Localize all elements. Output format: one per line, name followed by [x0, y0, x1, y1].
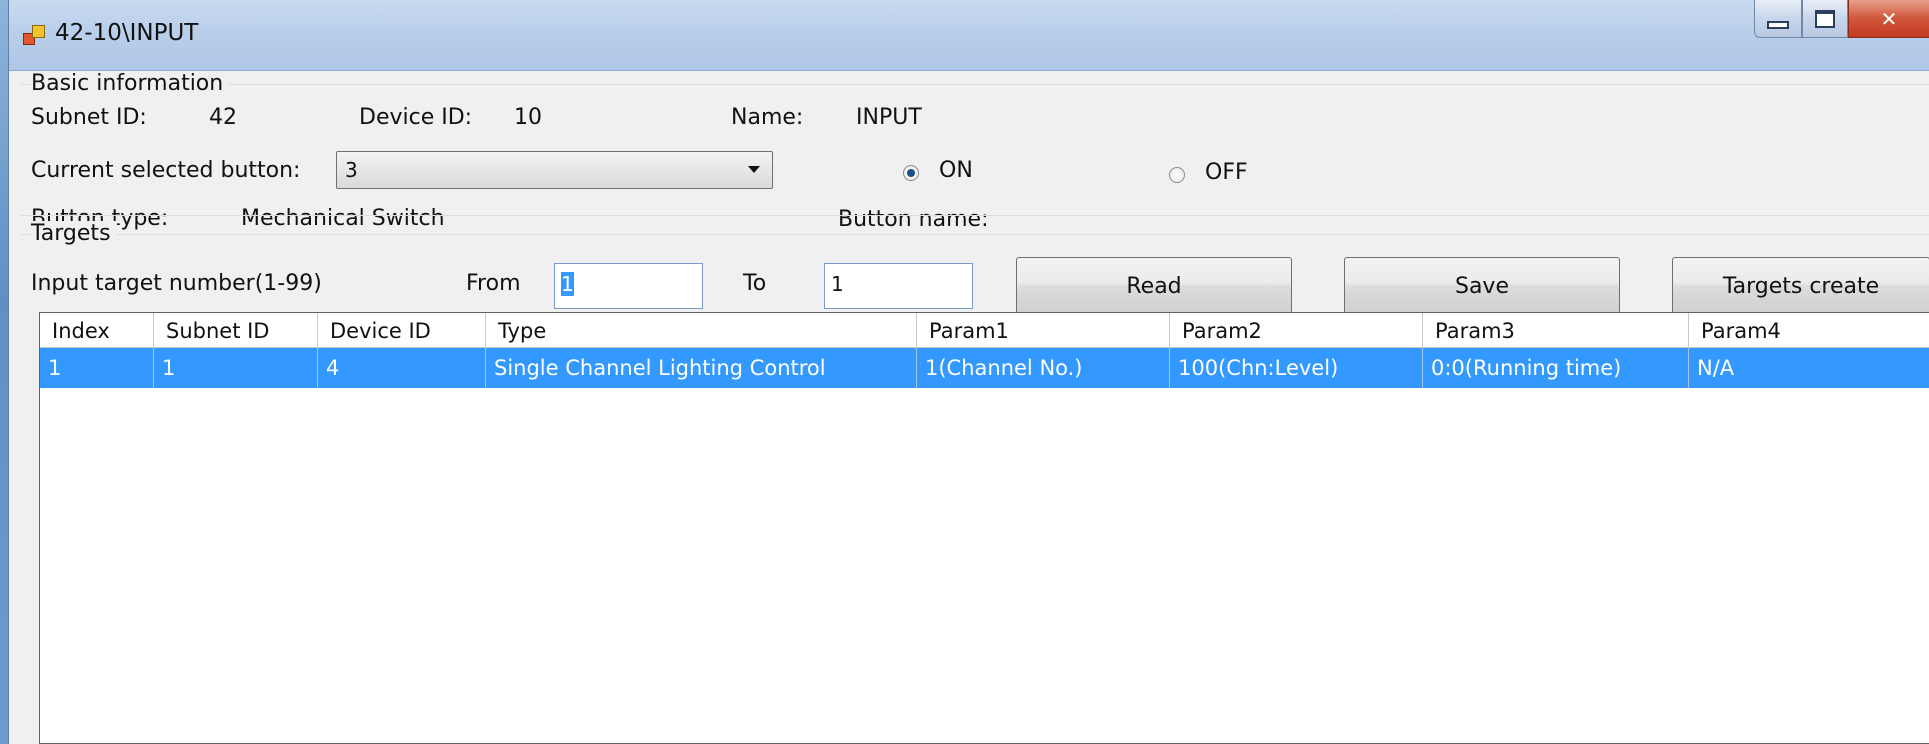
- to-label: To: [743, 271, 767, 296]
- targets-group-title: Targets: [31, 221, 117, 246]
- app-icon: [23, 25, 45, 45]
- minimize-icon: [1767, 20, 1789, 29]
- current-button-select[interactable]: 3: [336, 151, 773, 189]
- close-button[interactable]: ✕: [1848, 0, 1929, 38]
- device-id-value: 10: [514, 105, 542, 130]
- current-button-value: 3: [345, 158, 358, 182]
- name-value: INPUT: [856, 105, 922, 130]
- basic-group-bottom: [21, 215, 1929, 216]
- input-target-label: Input target number(1-99): [31, 271, 322, 296]
- subnet-id-label: Subnet ID:: [31, 105, 147, 130]
- read-button[interactable]: Read: [1016, 257, 1292, 315]
- column-header-param1[interactable]: Param1: [917, 313, 1170, 347]
- targets-table[interactable]: Index Subnet ID Device ID Type Param1 Pa…: [39, 312, 1929, 744]
- column-header-param4[interactable]: Param4: [1689, 313, 1929, 347]
- device-id-label: Device ID:: [359, 105, 473, 130]
- from-input[interactable]: 1: [554, 263, 703, 309]
- from-input-value: 1: [561, 272, 574, 296]
- name-label: Name:: [731, 105, 804, 130]
- targets-group-border: [21, 234, 1929, 235]
- on-radio-label[interactable]: ON: [939, 158, 973, 183]
- chevron-down-icon[interactable]: [748, 166, 760, 173]
- column-header-param2[interactable]: Param2: [1170, 313, 1423, 347]
- current-button-label: Current selected button:: [31, 158, 301, 183]
- cell-subnet-id[interactable]: 1: [154, 348, 318, 388]
- to-input-value: 1: [831, 272, 844, 296]
- maximize-button[interactable]: [1802, 0, 1848, 38]
- close-icon: ✕: [1880, 6, 1898, 31]
- caption-buttons: ✕: [1754, 0, 1929, 44]
- column-header-param3[interactable]: Param3: [1423, 313, 1689, 347]
- save-button[interactable]: Save: [1344, 257, 1620, 315]
- off-radio-label[interactable]: OFF: [1205, 160, 1248, 185]
- basic-group-title: Basic information: [31, 71, 230, 96]
- cell-param4[interactable]: N/A: [1689, 348, 1929, 388]
- column-header-device-id[interactable]: Device ID: [318, 313, 486, 347]
- cell-param2[interactable]: 100(Chn:Level): [1170, 348, 1423, 388]
- table-row[interactable]: 1 1 4 Single Channel Lighting Control 1(…: [40, 348, 1929, 388]
- column-header-subnet-id[interactable]: Subnet ID: [154, 313, 318, 347]
- title-bar[interactable]: 42-10\INPUT ✕: [9, 0, 1929, 71]
- button-name-label: Button name:: [838, 207, 989, 232]
- cell-param1[interactable]: 1(Channel No.): [917, 348, 1170, 388]
- basic-group-border: [21, 84, 1929, 85]
- cell-index[interactable]: 1: [40, 348, 154, 388]
- column-header-index[interactable]: Index: [40, 313, 154, 347]
- targets-create-button[interactable]: Targets create: [1672, 257, 1929, 315]
- input-window: 42-10\INPUT ✕ Basic information Subnet I…: [8, 0, 1929, 744]
- maximize-icon: [1815, 9, 1835, 28]
- column-header-type[interactable]: Type: [486, 313, 917, 347]
- cell-type[interactable]: Single Channel Lighting Control: [486, 348, 917, 388]
- cell-device-id[interactable]: 4: [318, 348, 486, 388]
- cell-param3[interactable]: 0:0(Running time): [1423, 348, 1689, 388]
- button-type-value: Mechanical Switch: [241, 206, 445, 231]
- table-header: Index Subnet ID Device ID Type Param1 Pa…: [40, 313, 1929, 348]
- subnet-id-value: 42: [209, 105, 237, 130]
- minimize-button[interactable]: [1754, 0, 1802, 38]
- on-radio[interactable]: [903, 165, 919, 181]
- to-input[interactable]: 1: [824, 263, 973, 309]
- window-title: 42-10\INPUT: [55, 20, 199, 46]
- off-radio[interactable]: [1169, 167, 1185, 183]
- from-label: From: [466, 271, 521, 296]
